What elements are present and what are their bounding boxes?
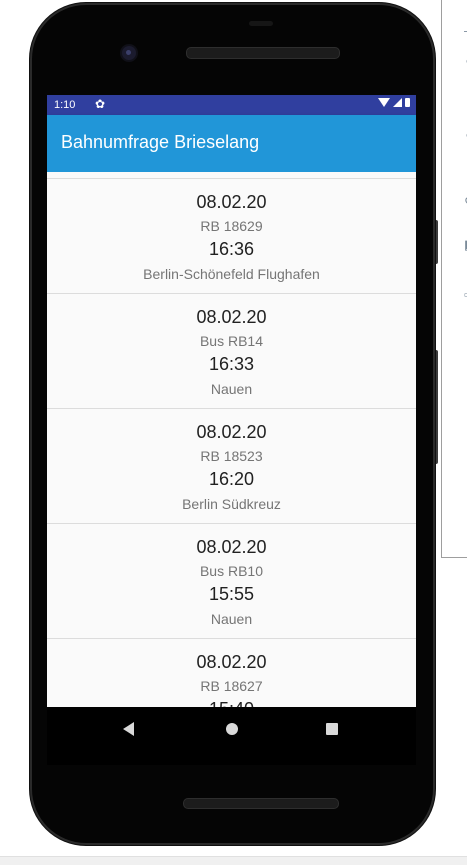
connection-list[interactable]: 08.02.20 RB 18629 16:36 Berlin-Schönefel… — [47, 172, 416, 707]
connection-date: 08.02.20 — [196, 652, 267, 672]
list-item[interactable]: 08.02.20 RB 18627 15:40 — [47, 638, 416, 707]
connection-time: 16:36 — [208, 239, 255, 259]
connection-train: RB 18523 — [200, 448, 263, 464]
app-title: Bahnumfrage Brieselang — [61, 132, 260, 152]
connection-destination: Nauen — [210, 381, 253, 397]
connection-train: Bus RB10 — [199, 563, 264, 579]
earpiece — [249, 21, 273, 26]
list-item[interactable]: 08.02.20 RB 18523 16:20 Berlin Südkreuz — [47, 408, 416, 523]
connection-time: 15:40 — [47, 699, 416, 707]
list-item[interactable]: 08.02.20 Bus RB10 15:55 Nauen — [47, 523, 416, 638]
battery-icon — [405, 98, 410, 107]
status-time: 1:10 — [54, 99, 76, 111]
bottom-speaker — [183, 798, 339, 809]
phone-screen: 1:10 ✿ Bahnumfrage Brieselang 08.02.20 R… — [47, 95, 416, 765]
back-triangle-icon[interactable] — [123, 722, 134, 736]
front-camera — [122, 46, 136, 60]
status-icons — [378, 98, 410, 107]
list-item[interactable]: 08.02.20 Bus RB14 16:33 Nauen — [47, 293, 416, 408]
top-speaker — [186, 47, 340, 59]
connection-date: 08.02.20 — [196, 422, 267, 442]
connection-destination: Berlin Südkreuz — [182, 496, 281, 512]
emulator-tool-panel: – ◖ ◖ ↺ ◩ ▫ — [441, 0, 467, 558]
status-bar: 1:10 ✿ — [47, 95, 416, 115]
list-item[interactable]: 08.02.20 RB 18629 16:36 Berlin-Schönefel… — [47, 178, 416, 293]
recents-square-icon[interactable] — [326, 723, 338, 735]
connection-date: 08.02.20 — [196, 307, 267, 327]
connection-destination: Nauen — [210, 611, 253, 627]
app-bar: Bahnumfrage Brieselang — [47, 115, 416, 172]
navigation-bar — [47, 707, 416, 765]
wifi-icon — [378, 98, 390, 107]
connection-time: 16:33 — [208, 354, 255, 374]
connection-date: 08.02.20 — [196, 537, 267, 557]
connection-train: RB 18629 — [200, 218, 263, 234]
connection-time: 15:55 — [208, 584, 255, 604]
connection-date: 08.02.20 — [196, 192, 267, 212]
connection-destination: Berlin-Schönefeld Flughafen — [143, 266, 320, 282]
signal-icon — [393, 98, 402, 107]
connection-time: 16:20 — [208, 469, 255, 489]
gear-icon: ✿ — [95, 97, 106, 111]
connection-train: RB 18627 — [200, 678, 263, 694]
home-circle-icon[interactable] — [226, 723, 238, 735]
connection-train: Bus RB14 — [199, 333, 264, 349]
